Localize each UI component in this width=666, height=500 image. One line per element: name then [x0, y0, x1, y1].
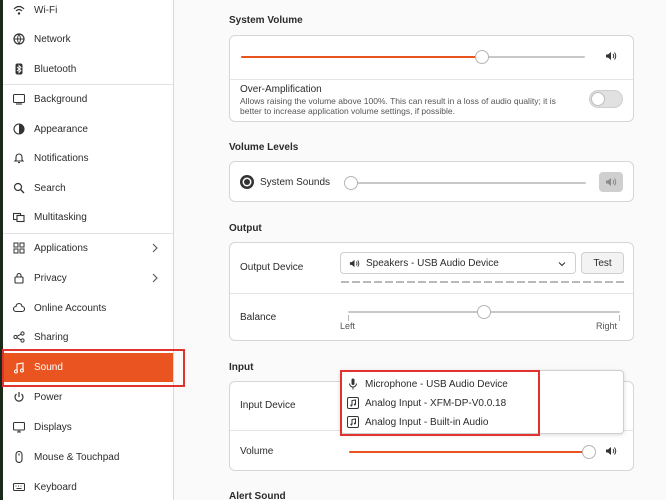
sidebar-item-keyboard[interactable]: Keyboard	[3, 473, 173, 500]
sidebar-item-label: Online Accounts	[34, 302, 107, 314]
mute-system-sounds-button[interactable]	[599, 172, 623, 192]
sidebar-item-label: Multitasking	[34, 211, 87, 223]
speaker-muted-icon	[606, 178, 617, 186]
speaker-icon	[605, 50, 617, 62]
appearance-icon	[12, 122, 26, 136]
row-divider	[230, 293, 633, 294]
sidebar: Wi-Fi Network Bluetooth Background Appea…	[0, 0, 174, 500]
sidebar-item-appearance[interactable]: Appearance	[3, 115, 173, 143]
output-level-meter	[341, 281, 624, 283]
section-title-alert-sound: Alert Sound	[229, 491, 286, 500]
sidebar-item-label: Privacy	[34, 272, 67, 284]
display-icon	[12, 420, 26, 434]
speaker-icon	[349, 259, 360, 267]
input-volume-slider[interactable]	[349, 445, 596, 459]
test-button-label: Test	[593, 257, 612, 269]
applications-icon	[12, 241, 26, 255]
balance-tick-right	[619, 315, 620, 321]
sidebar-item-label: Wi-Fi	[34, 4, 58, 16]
sidebar-item-label: Bluetooth	[34, 63, 77, 75]
slider-handle[interactable]	[582, 445, 596, 459]
sidebar-item-network[interactable]: Network	[3, 25, 173, 53]
network-icon	[12, 32, 26, 46]
input-device-label: Input Device	[240, 400, 296, 411]
bell-icon	[12, 151, 26, 165]
chevron-right-icon	[149, 272, 161, 284]
section-title-output: Output	[229, 223, 262, 234]
sidebar-item-label: Notifications	[34, 152, 89, 164]
sidebar-item-label: Power	[34, 391, 63, 403]
sidebar-item-online-accounts[interactable]: Online Accounts	[3, 294, 173, 322]
sidebar-item-applications[interactable]: Applications	[3, 234, 173, 262]
bluetooth-icon	[12, 62, 26, 76]
balance-label: Balance	[240, 312, 277, 323]
sidebar-item-label: Mouse & Touchpad	[34, 451, 120, 463]
speaker-icon	[605, 445, 617, 457]
multitasking-icon	[12, 210, 26, 224]
test-output-button[interactable]: Test	[581, 252, 624, 274]
section-title-input: Input	[229, 362, 254, 373]
sound-settings-panel: System Volume Over-Amplification Allows …	[175, 0, 666, 500]
sidebar-item-bluetooth[interactable]: Bluetooth	[3, 55, 173, 83]
slider-fill	[241, 56, 482, 58]
chevron-right-icon	[149, 242, 161, 254]
volume-levels-card: System Sounds	[229, 161, 634, 202]
input-volume-label: Volume	[240, 446, 274, 457]
chevron-down-icon	[558, 262, 566, 267]
sidebar-item-sharing[interactable]: Sharing	[3, 323, 173, 351]
over-amplification-toggle[interactable]	[589, 90, 623, 108]
sidebar-item-label: Sharing	[34, 331, 69, 343]
sidebar-item-label: Keyboard	[34, 481, 77, 493]
section-title-system-volume: System Volume	[229, 15, 303, 26]
highlight-box-input-options	[340, 370, 540, 436]
slider-handle[interactable]	[475, 50, 489, 64]
sidebar-item-search[interactable]: Search	[3, 174, 173, 202]
row-divider	[230, 79, 633, 80]
output-device-label: Output Device	[240, 262, 304, 273]
sidebar-item-wifi[interactable]: Wi-Fi	[3, 0, 173, 24]
keyboard-icon	[12, 480, 26, 494]
slider-fill	[349, 451, 589, 453]
balance-slider[interactable]	[348, 305, 620, 319]
slider-handle[interactable]	[477, 305, 491, 319]
sidebar-item-power[interactable]: Power	[3, 383, 173, 411]
sidebar-item-privacy[interactable]: Privacy	[3, 264, 173, 292]
balance-right-label: Right	[596, 321, 618, 331]
system-sounds-slider[interactable]	[344, 176, 586, 190]
power-icon	[12, 390, 26, 404]
over-amplification-title: Over-Amplification	[240, 84, 322, 95]
mouse-icon	[12, 450, 26, 464]
over-amplification-description: Allows raising the volume above 100%. Th…	[240, 96, 556, 116]
sidebar-item-label: Search	[34, 182, 66, 194]
output-card: Output Device Speakers - USB Audio Devic…	[229, 242, 634, 341]
sidebar-item-multitasking[interactable]: Multitasking	[3, 203, 173, 231]
sidebar-item-label: Network	[34, 33, 71, 45]
system-volume-card: Over-Amplification Allows raising the vo…	[229, 35, 634, 122]
output-device-value: Speakers - USB Audio Device	[366, 257, 499, 269]
sidebar-item-label: Background	[34, 93, 88, 105]
sidebar-item-background[interactable]: Background	[3, 85, 173, 113]
sidebar-item-notifications[interactable]: Notifications	[3, 144, 173, 172]
system-sounds-label: System Sounds	[260, 177, 331, 188]
toggle-knob	[591, 92, 605, 106]
section-title-volume-levels: Volume Levels	[229, 142, 299, 153]
background-icon	[12, 92, 26, 106]
sidebar-item-mouse-touchpad[interactable]: Mouse & Touchpad	[3, 443, 173, 471]
privacy-icon	[12, 271, 26, 285]
share-icon	[12, 330, 26, 344]
sidebar-item-label: Appearance	[34, 123, 88, 135]
search-icon	[12, 181, 26, 195]
balance-left-label: Left	[340, 321, 356, 331]
cloud-icon	[12, 301, 26, 315]
sidebar-item-displays[interactable]: Displays	[3, 413, 173, 441]
slider-handle[interactable]	[344, 176, 358, 190]
highlight-box-sound	[2, 349, 185, 387]
wifi-icon	[12, 3, 26, 17]
system-sounds-icon	[239, 174, 255, 190]
system-volume-slider[interactable]	[241, 50, 585, 64]
sidebar-item-label: Applications	[34, 242, 88, 254]
output-device-dropdown[interactable]: Speakers - USB Audio Device	[340, 252, 576, 274]
sidebar-item-label: Displays	[34, 421, 72, 433]
